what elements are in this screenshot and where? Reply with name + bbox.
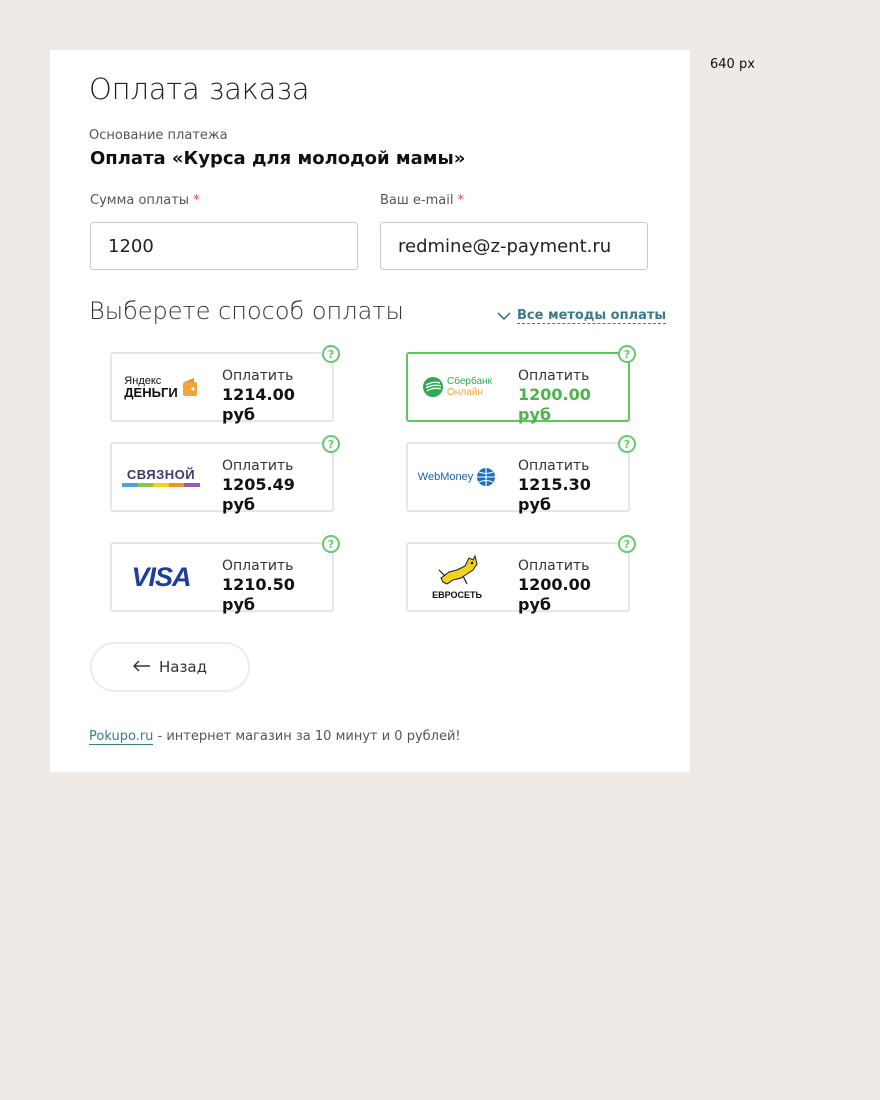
email-label-text: Ваш e-mail: [380, 193, 454, 208]
euroset-logo: ЕВРОСЕТЬ: [416, 554, 498, 600]
payment-card: Оплата заказа Основание платежа Оплата «…: [50, 50, 690, 772]
all-methods-link[interactable]: Все методы оплаты: [497, 308, 667, 324]
payment-option-visa[interactable]: VISA Оплатить 1210.50 руб: [110, 542, 334, 615]
arrow-left-icon: [132, 658, 151, 676]
pay-label: Оплатить: [518, 458, 590, 474]
all-methods-label: Все методы оплаты: [517, 308, 667, 324]
payment-option-sberbank[interactable]: Сбербанк Онлайн Оплатить 1200.00 руб: [406, 352, 630, 425]
wallet-icon: [182, 378, 197, 396]
email-input[interactable]: [380, 222, 648, 270]
pay-price: 1214.00 руб: [222, 385, 295, 424]
payment-basis-label: Основание платежа: [89, 128, 228, 143]
pay-label: Оплатить: [222, 368, 294, 384]
payment-option-text: Оплатить 1205.49 руб: [222, 457, 332, 515]
dog-icon: [438, 554, 478, 585]
pay-label: Оплатить: [222, 458, 294, 474]
payment-option-webmoney[interactable]: WebMoney Оплатить 1215.30 руб: [406, 442, 630, 515]
pay-label: Оплатить: [518, 558, 590, 574]
sberbank-icon: [423, 377, 444, 397]
footer-tagline: - интернет магазин за 10 минут и 0 рубле…: [153, 729, 461, 744]
page-title: Оплата заказа: [89, 72, 310, 106]
amount-label-text: Сумма оплаты: [90, 193, 190, 208]
payment-option-euroset[interactable]: ЕВРОСЕТЬ Оплатить 1200.00 руб: [406, 542, 630, 615]
help-icon[interactable]: ?: [322, 535, 340, 553]
svyaznoy-logo: СВЯЗНОЙ: [120, 454, 202, 500]
pokupo-link[interactable]: Pokupo.ru: [89, 729, 154, 745]
help-icon[interactable]: ?: [618, 345, 636, 363]
pay-price: 1200.00 руб: [518, 575, 591, 614]
required-mark: *: [193, 193, 200, 208]
footer: Pokupo.ru - интернет магазин за 10 минут…: [89, 729, 461, 745]
chevron-down-icon: [497, 311, 511, 321]
pay-label: Оплатить: [222, 558, 294, 574]
help-icon[interactable]: ?: [322, 435, 340, 453]
payment-option-text: Оплатить 1200.00 руб: [518, 557, 628, 615]
pay-price: 1205.49 руб: [222, 475, 295, 514]
payment-option-yandex[interactable]: Яндекс Деньги Оплатить 1214.00 руб: [110, 352, 334, 425]
globe-icon: [477, 468, 496, 486]
pay-price: 1215.30 руб: [518, 475, 591, 514]
payment-basis-value: Оплата «Курса для молодой мамы»: [90, 148, 466, 169]
sberbank-logo: Сбербанк Онлайн: [416, 364, 498, 410]
pay-label: Оплатить: [518, 368, 590, 384]
amount-input[interactable]: [90, 222, 358, 270]
payment-option-text: Оплатить 1214.00 руб: [222, 367, 332, 425]
required-mark: *: [457, 193, 464, 208]
pay-price: 1200.00 руб: [518, 385, 591, 424]
help-icon[interactable]: ?: [618, 535, 636, 553]
pay-price: 1210.50 руб: [222, 575, 295, 614]
back-button[interactable]: Назад: [90, 642, 250, 692]
payment-option-svyaznoy[interactable]: СВЯЗНОЙ Оплатить 1205.49 руб: [110, 442, 334, 515]
visa-logo: VISA: [131, 561, 191, 592]
amount-label: Сумма оплаты *: [90, 193, 200, 208]
help-icon[interactable]: ?: [322, 345, 340, 363]
payment-option-text: Оплатить 1215.30 руб: [518, 457, 628, 515]
payment-option-text: Оплатить 1200.00 руб: [518, 367, 628, 425]
width-annotation: 640 px: [710, 57, 755, 72]
help-icon[interactable]: ?: [618, 435, 636, 453]
payment-method-title: Выберете способ оплаты: [89, 297, 404, 325]
back-button-label: Назад: [158, 658, 207, 676]
webmoney-logo: WebMoney: [416, 454, 498, 500]
payment-option-text: Оплатить 1210.50 руб: [222, 557, 332, 615]
email-label: Ваш e-mail *: [380, 193, 464, 208]
yandex-money-logo: Яндекс Деньги: [120, 364, 202, 410]
